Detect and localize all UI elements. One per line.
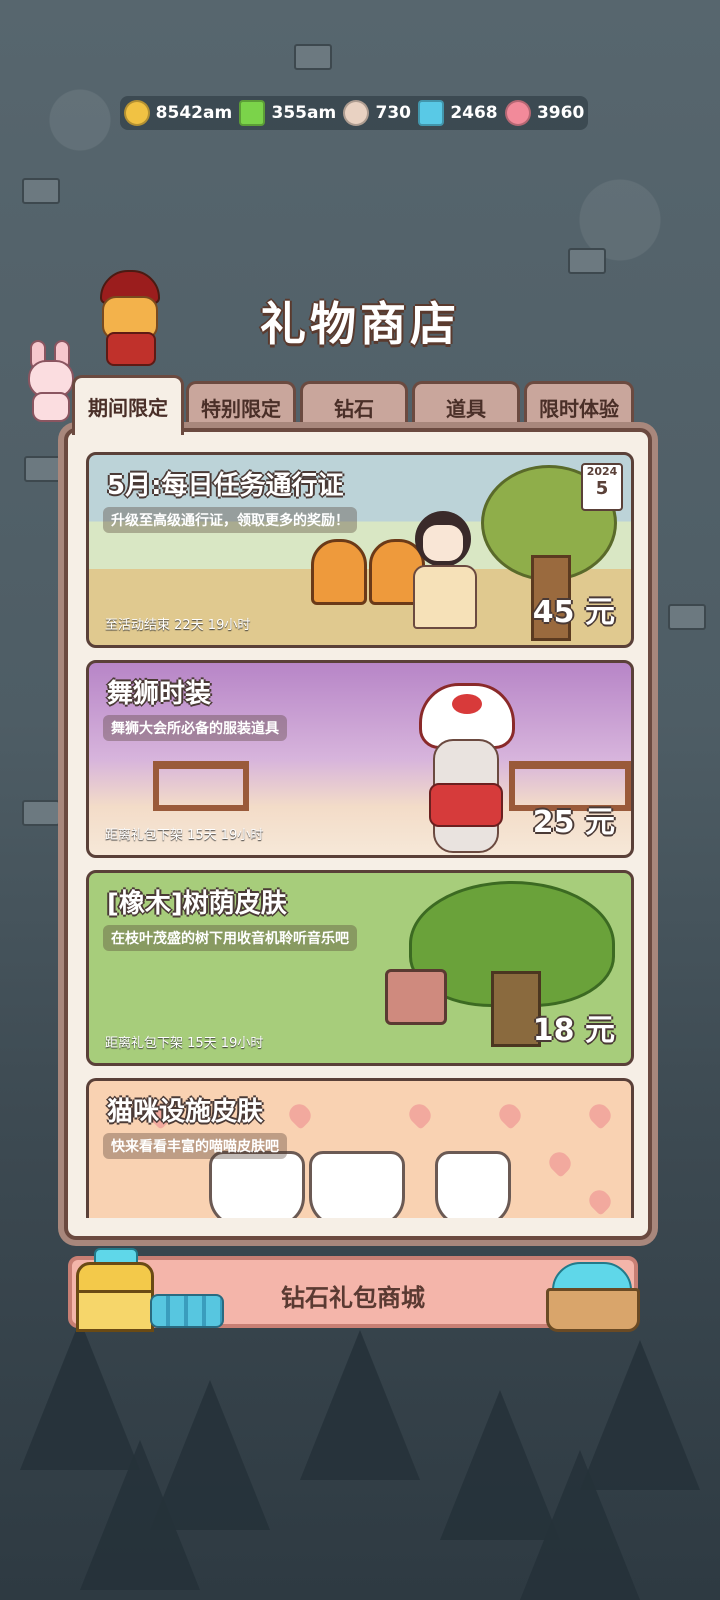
bench-illustration (311, 539, 367, 605)
candy-icon (504, 100, 531, 126)
resource-fish[interactable]: 730 (343, 100, 411, 126)
resource-candy-value: 3960 (536, 103, 585, 123)
heart-pattern (585, 1186, 615, 1216)
pack-subtitle: 升级至高级通行证，领取更多的奖励！ (103, 507, 357, 533)
pack-subtitle: 在枝叶茂盛的树下用收音机聆听音乐吧 (103, 925, 357, 951)
plot-sign (668, 604, 706, 630)
pack-card-lion-dance[interactable]: 舞狮时装 舞狮大会所必备的服装道具 距离礼包下架 15天 19小时 25 元 (86, 660, 634, 858)
pack-timer: 至活动结束 22天 19小时 (105, 618, 251, 633)
resource-bar: 8542am 355am 730 2468 3960 (120, 96, 588, 130)
calendar-day: 5 (595, 478, 609, 499)
resource-candy[interactable]: 3960 (504, 100, 585, 126)
pack-subtitle: 快来看看丰富的喵喵皮肤吧 (103, 1133, 287, 1159)
pack-price[interactable]: 45 元 (533, 587, 615, 631)
plot-sign (22, 800, 60, 826)
resource-energy-value: 355am (271, 103, 337, 123)
tab-items[interactable]: 道具 (412, 381, 520, 431)
gem-pile-icon (150, 1294, 224, 1328)
resource-fish-value: 730 (375, 103, 411, 123)
treasure-chest-icon (76, 1248, 154, 1332)
pack-timer: 距离礼包下架 15天 19小时 (105, 1036, 264, 1051)
coin-icon (123, 100, 150, 126)
pack-price[interactable]: 18 元 (533, 1005, 615, 1049)
plot-sign (568, 248, 606, 274)
pack-subtitle: 舞狮大会所必备的服装道具 (103, 715, 287, 741)
diamond-icon (418, 100, 445, 126)
calendar-icon: 2024 5 (581, 463, 623, 511)
fence-illustration (153, 761, 249, 811)
pack-card-oak-shade[interactable]: [橡木]树荫皮肤 在枝叶茂盛的树下用收音机聆听音乐吧 距离礼包下架 15天 19… (86, 870, 634, 1066)
tab-diamond[interactable]: 钻石 (300, 381, 408, 431)
pine-tree (520, 1450, 640, 1600)
gem-basket-icon (546, 1262, 640, 1332)
plot-sign (22, 178, 60, 204)
page-title: 礼物商店 (260, 297, 460, 351)
cat-cup-illustration (435, 1151, 511, 1218)
pack-title: 5月:每日任务通行证 (107, 471, 344, 501)
heart-pattern (405, 1100, 435, 1130)
heart-pattern (285, 1100, 315, 1130)
plot-sign (24, 456, 62, 482)
pack-price[interactable]: 25 元 (533, 797, 615, 841)
heart-pattern (585, 1100, 615, 1130)
heart-pattern (545, 1148, 575, 1178)
tab-special-limited[interactable]: 特别限定 (186, 381, 296, 431)
resource-diamond[interactable]: 2468 (418, 100, 498, 126)
resource-gold-value: 8542am (155, 103, 233, 123)
pack-title: [橡木]树荫皮肤 (107, 889, 287, 919)
lion-dance-character (419, 683, 515, 853)
plot-sign (294, 44, 332, 70)
pack-title: 猫咪设施皮肤 (107, 1097, 264, 1127)
heart-pattern (495, 1100, 525, 1130)
pine-tree (300, 1330, 420, 1480)
cat-bowl-illustration (309, 1151, 405, 1218)
cat-bowl-illustration (209, 1151, 305, 1218)
tab-trial[interactable]: 限时体验 (524, 381, 634, 431)
pack-card-cat-facility[interactable]: 猫咪设施皮肤 快来看看丰富的喵喵皮肤吧 (86, 1078, 634, 1218)
resource-diamond-value: 2468 (450, 103, 498, 123)
resource-energy[interactable]: 355am (239, 100, 336, 126)
lightning-icon (239, 100, 266, 126)
tab-limited-period[interactable]: 期间限定 (72, 375, 184, 435)
character-illustration (409, 511, 479, 641)
pack-title: 舞狮时装 (107, 679, 212, 709)
fish-icon (343, 100, 370, 126)
resource-gold[interactable]: 8542am (123, 100, 233, 126)
pack-card-daily-pass[interactable]: 2024 5 5月:每日任务通行证 升级至高级通行证，领取更多的奖励！ 至活动结… (86, 452, 634, 648)
radio-illustration (385, 969, 447, 1025)
pine-tree (80, 1440, 200, 1590)
pack-timer: 距离礼包下架 15天 19小时 (105, 828, 264, 843)
calendar-year: 2024 (586, 465, 618, 478)
